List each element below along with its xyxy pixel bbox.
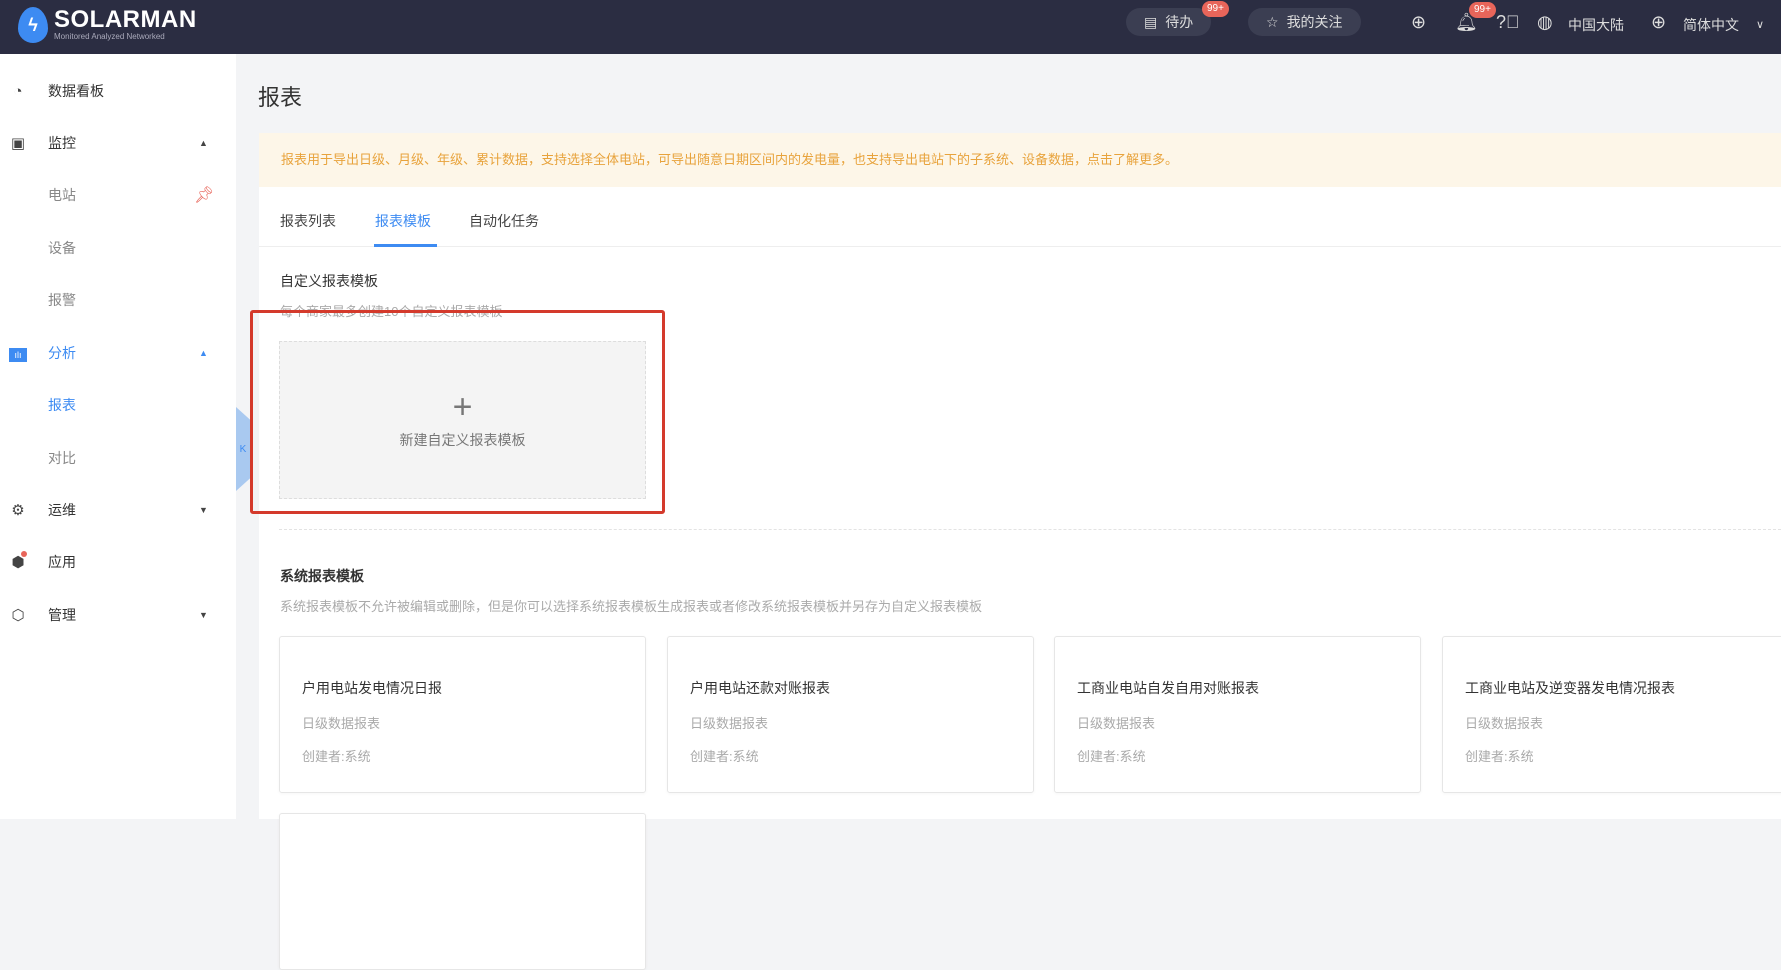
language-selector[interactable]: 简体中文 (1683, 15, 1739, 35)
tab-report-templates[interactable]: 报表模板 (375, 211, 431, 231)
chevron-down-icon: ▼ (199, 610, 208, 620)
template-card[interactable]: 户用电站还款对账报表 日级数据报表 创建者:系统 (667, 636, 1034, 793)
sidebar-label: 报表 (48, 397, 76, 413)
card-creator: 创建者:系统 (302, 749, 371, 764)
favorites-label: 我的关注 (1286, 14, 1343, 30)
template-card[interactable] (279, 813, 646, 970)
sidebar-item-device[interactable]: 设备 (0, 228, 236, 268)
tab-automation-tasks[interactable]: 自动化任务 (469, 211, 539, 231)
collapse-icon: K (239, 443, 247, 455)
tab-bar: 报表列表 报表模板 自动化任务 (259, 187, 1781, 247)
card-type: 日级数据报表 (690, 716, 769, 731)
sidebar: ◔ 数据看板 ▣ 监控 ▲ 电站 📌︎ 设备 报警 ılı 分析 ▲ 报表 对比 ⚙ 运维 ▼ … (0, 54, 236, 819)
card-title: 工商业电站自发自用对账报表 (1077, 680, 1259, 696)
card-creator: 创建者:系统 (690, 749, 759, 764)
sidebar-item-report[interactable]: 报表 (0, 385, 236, 425)
sidebar-item-operations[interactable]: ⚙ 运维 ▼ (0, 490, 236, 530)
card-type: 日级数据报表 (1465, 716, 1544, 731)
template-card[interactable]: 工商业电站自发自用对账报表 日级数据报表 创建者:系统 (1054, 636, 1421, 793)
sidebar-label: 对比 (48, 450, 76, 466)
template-card[interactable]: 户用电站发电情况日报 日级数据报表 创建者:系统 (279, 636, 646, 793)
cube-icon: ⬢ (8, 551, 28, 571)
sidebar-item-monitor[interactable]: ▣ 监控 ▲ (0, 123, 236, 163)
top-header: ϟ SOLARMAN Monitored Analyzed Networked … (0, 0, 1781, 54)
logo[interactable]: ϟ SOLARMAN Monitored Analyzed Networked (18, 7, 197, 43)
language-globe-icon: ⊕ (1651, 12, 1667, 32)
sidebar-label: 报警 (48, 292, 76, 308)
monitor-icon: ▣ (10, 135, 26, 152)
todo-label: 待办 (1165, 14, 1194, 30)
sidebar-label: 应用 (48, 554, 76, 570)
sidebar-label: 数据看板 (48, 83, 104, 99)
help-icon[interactable]: ?⃝ (1496, 12, 1520, 33)
brand-tagline: Monitored Analyzed Networked (54, 32, 165, 41)
system-section-subtitle: 系统报表模板不允许被编辑或删除，但是你可以选择系统报表模板生成报表或者修改系统报… (280, 599, 983, 614)
add-circle-icon[interactable]: ⊕ (1411, 12, 1426, 33)
card-title: 户用电站还款对账报表 (690, 680, 830, 696)
sidebar-item-station[interactable]: 电站 📌︎ (0, 175, 236, 215)
region-selector[interactable]: 中国大陆 (1568, 15, 1624, 35)
calendar-icon: ▤ (1144, 13, 1158, 30)
sidebar-item-compare[interactable]: 对比 (0, 438, 236, 478)
chevron-down-icon: ▼ (199, 505, 208, 515)
gear-icon: ⚙ (11, 502, 25, 519)
star-icon: ☆ (1266, 13, 1279, 30)
card-type: 日级数据报表 (1077, 716, 1156, 731)
custom-section-title: 自定义报表模板 (280, 273, 378, 289)
sidebar-label: 设备 (48, 240, 76, 256)
page-title: 报表 (258, 85, 303, 110)
card-type: 日级数据报表 (302, 716, 381, 731)
tab-report-list[interactable]: 报表列表 (280, 211, 336, 231)
notification-badge: 99+ (1469, 2, 1496, 18)
section-divider (279, 529, 1781, 530)
pin-icon[interactable]: 📌︎ (194, 185, 214, 205)
sidebar-label: 运维 (48, 502, 76, 518)
card-creator: 创建者:系统 (1077, 749, 1146, 764)
card-title: 工商业电站及逆变器发电情况报表 (1465, 680, 1675, 696)
chart-icon: ılı (8, 345, 28, 362)
sidebar-item-manage[interactable]: ⬡ 管理 ▼ (0, 595, 236, 635)
sidebar-label: 监控 (48, 135, 76, 151)
sidebar-item-apps[interactable]: ⬢ 应用 (0, 542, 236, 582)
chevron-up-icon: ▲ (199, 138, 208, 148)
todo-button[interactable]: ▤ 待办 (1126, 8, 1212, 36)
logo-drop-icon: ϟ (18, 7, 48, 43)
sidebar-label: 电站 (48, 187, 76, 203)
dashboard-icon: ◔ (13, 82, 23, 100)
info-notice[interactable]: 报表用于导出日级、月级、年级、累计数据，支持选择全体电站，可导出随意日期区间内的… (259, 133, 1781, 187)
sidebar-item-alarm[interactable]: 报警 (0, 280, 236, 320)
hexagon-icon: ⬡ (11, 607, 25, 624)
card-title: 户用电站发电情况日报 (302, 680, 442, 696)
favorites-button[interactable]: ☆ 我的关注 (1248, 8, 1361, 36)
card-creator: 创建者:系统 (1465, 749, 1534, 764)
sidebar-label: 分析 (48, 345, 76, 361)
sidebar-item-analysis[interactable]: ılı 分析 ▲ (0, 333, 236, 373)
brand-name: SOLARMAN (54, 6, 197, 33)
sidebar-collapse-handle[interactable]: K (236, 407, 250, 491)
sidebar-label: 管理 (48, 607, 76, 623)
chevron-down-icon[interactable]: ∨ (1756, 18, 1764, 31)
chevron-up-icon: ▲ (199, 348, 208, 358)
region-globe-icon: ◍ (1537, 12, 1553, 32)
template-card[interactable]: 工商业电站及逆变器发电情况报表 日级数据报表 创建者:系统 (1442, 636, 1781, 793)
todo-badge: 99+ (1202, 1, 1229, 17)
highlight-annotation (250, 310, 665, 514)
active-tab-indicator (374, 244, 437, 247)
system-section-title: 系统报表模板 (280, 568, 364, 584)
sidebar-item-dashboard[interactable]: ◔ 数据看板 (0, 71, 236, 111)
